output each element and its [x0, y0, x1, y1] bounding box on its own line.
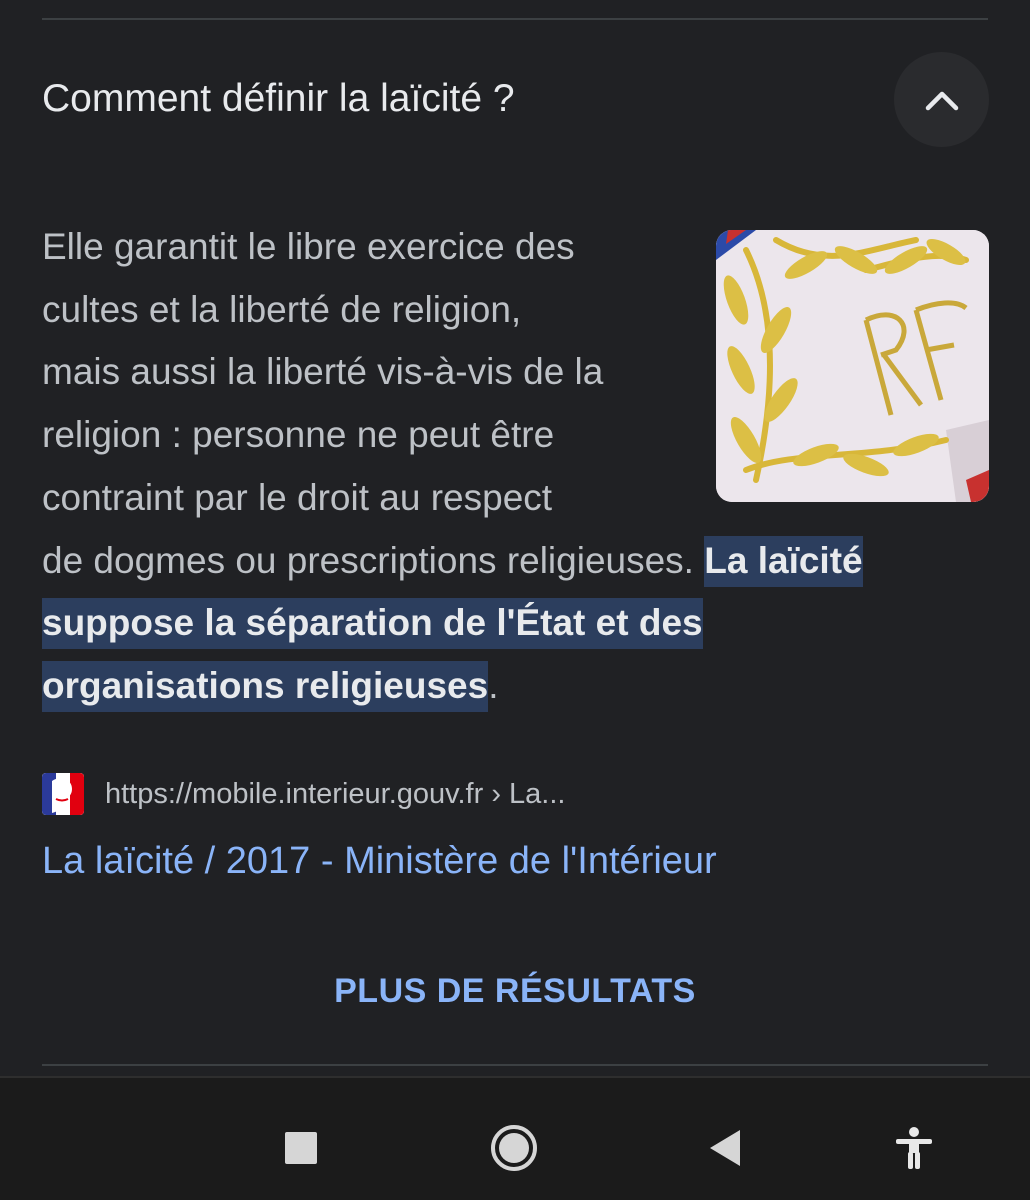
result-title-link[interactable]: La laïcité / 2017 - Ministère de l'Intér… [42, 836, 717, 886]
home-button[interactable] [484, 1118, 544, 1178]
bottom-divider [42, 1064, 988, 1066]
answer-line: de dogmes ou prescriptions religieuses. [42, 539, 705, 581]
recents-button[interactable] [271, 1118, 331, 1178]
answer-line: cultes et la liberté de religion, [42, 288, 522, 330]
answer-highlight: suppose la séparation de l'État et des [42, 598, 703, 650]
top-divider [42, 18, 988, 20]
answer-text: Elle garantit le libre exercice des cult… [42, 216, 988, 718]
recents-icon [285, 1132, 317, 1164]
accessibility-button[interactable] [884, 1118, 944, 1178]
home-icon [491, 1125, 537, 1171]
answer-line: religion : personne ne peut être [42, 414, 555, 456]
marianne-logo [42, 773, 84, 815]
answer-line: contraint par le droit au respect [42, 476, 553, 518]
collapse-button[interactable] [894, 52, 989, 147]
chevron-up-icon [925, 91, 958, 110]
back-icon [710, 1130, 740, 1166]
source-url[interactable]: https://mobile.interieur.gouv.fr › La... [105, 778, 565, 811]
system-navigation-bar [0, 1076, 1030, 1200]
site-favicon [42, 773, 84, 815]
back-button[interactable] [695, 1118, 755, 1178]
accessibility-icon [896, 1127, 932, 1169]
answer-highlight: La laïcité [704, 535, 863, 587]
faq-question[interactable]: Comment définir la laïcité ? [42, 72, 515, 126]
answer-highlight: organisations religieuses [42, 660, 489, 712]
answer-end-punctuation: . [488, 664, 499, 706]
source-attribution[interactable]: https://mobile.interieur.gouv.fr › La... [42, 772, 565, 816]
answer-line: mais aussi la liberté vis-à-vis de la [42, 351, 604, 393]
answer-line: Elle garantit le libre exercice des [42, 226, 575, 267]
more-results-button[interactable]: PLUS DE RÉSULTATS [0, 972, 1030, 1011]
